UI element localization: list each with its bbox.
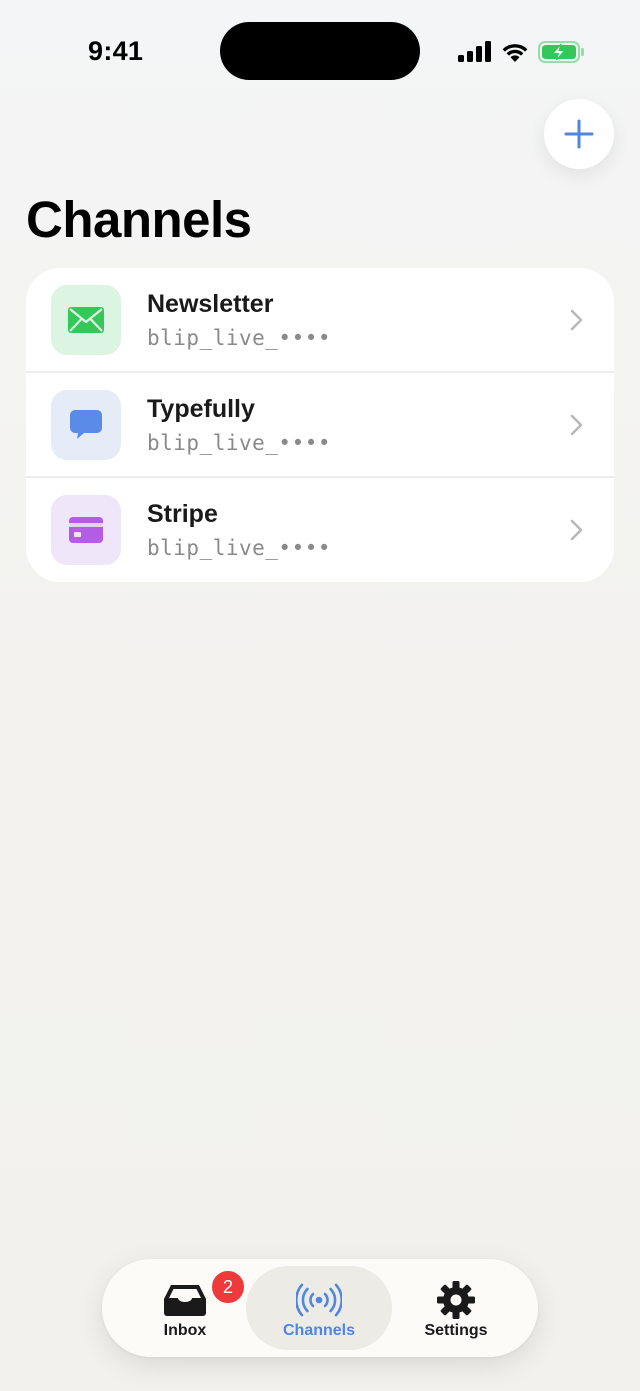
chevron-right-icon: [569, 308, 585, 332]
chat-bubble-icon: [69, 409, 103, 441]
wifi-icon: [500, 41, 530, 63]
tab-label: Channels: [282, 1322, 355, 1339]
channel-name: Stripe: [147, 500, 218, 528]
unread-badge: 2: [210, 1269, 246, 1305]
channel-name: Typefully: [147, 395, 255, 423]
envelope-icon: [68, 307, 104, 333]
plus-icon: [564, 119, 594, 149]
tab-bar: 2 Inbox Channels Settings: [102, 1259, 538, 1357]
channel-row-stripe[interactable]: Stripe blip_live_••••: [26, 478, 614, 582]
channel-key: blip_live_••••: [147, 536, 332, 560]
status-time: 9:41: [88, 36, 144, 66]
dynamic-island: [220, 22, 420, 80]
tab-label: Settings: [424, 1322, 488, 1339]
status-bar: 9:41: [0, 0, 640, 100]
channel-key: blip_live_••••: [147, 326, 332, 350]
broadcast-icon: [296, 1280, 342, 1320]
cellular-signal-icon: [458, 41, 492, 63]
channel-row-typefully[interactable]: Typefully blip_live_••••: [26, 373, 614, 478]
add-channel-button[interactable]: [544, 99, 614, 169]
tab-label: Inbox: [163, 1322, 207, 1339]
chevron-right-icon: [569, 413, 585, 437]
tab-inbox[interactable]: 2 Inbox: [112, 1266, 258, 1350]
channel-list: Newsletter blip_live_•••• Typefully blip…: [26, 268, 614, 582]
channel-icon-container: [51, 390, 121, 460]
credit-card-icon: [69, 517, 103, 543]
channel-name: Newsletter: [147, 290, 274, 318]
gear-icon: [433, 1280, 479, 1320]
tab-channels[interactable]: Channels: [246, 1266, 392, 1350]
battery-charging-icon: [538, 40, 586, 64]
tab-settings[interactable]: Settings: [383, 1266, 529, 1350]
status-icons: [458, 40, 586, 64]
channel-row-newsletter[interactable]: Newsletter blip_live_••••: [26, 268, 614, 373]
inbox-tray-icon: [162, 1280, 208, 1320]
channel-icon-container: [51, 495, 121, 565]
chevron-right-icon: [569, 518, 585, 542]
channel-key: blip_live_••••: [147, 431, 332, 455]
page-title: Channels: [26, 191, 252, 248]
channel-icon-container: [51, 285, 121, 355]
